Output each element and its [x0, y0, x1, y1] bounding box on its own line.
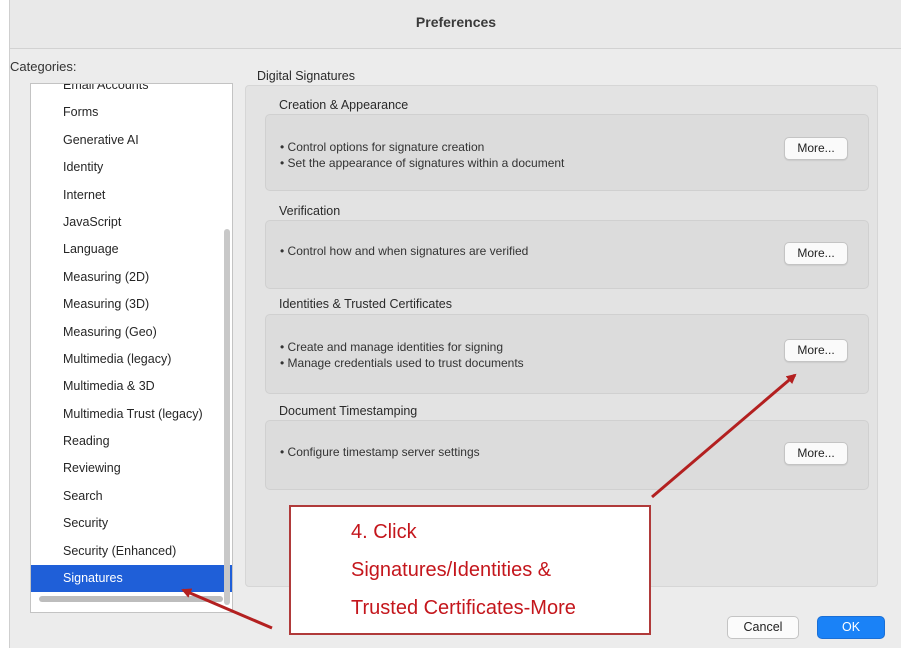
sidebar-item-multimedia-legacy[interactable]: Multimedia (legacy) [31, 346, 232, 373]
group-title-creation-appearance: Creation & Appearance [279, 98, 409, 112]
categories-items: Email Accounts Forms Generative AI Identity… [31, 84, 232, 593]
bullet-text: • Configure timestamp server settings [280, 445, 480, 459]
categories-list[interactable]: Email Accounts Forms Generative AI Identity… [30, 83, 233, 613]
sidebar-item-internet[interactable]: Internet [31, 182, 232, 209]
annotation-line-3: Trusted Certificates-More [351, 597, 576, 619]
group-title-document-timestamping: Document Timestamping [279, 404, 418, 418]
bullet-text: • Create and manage identities for signi… [280, 340, 504, 354]
group-title-verification: Verification [279, 204, 341, 218]
sidebar-item-identity[interactable]: Identity [31, 154, 232, 181]
sidebar-item-multimedia-3d[interactable]: Multimedia & 3D [31, 373, 232, 400]
more-button-creation-appearance[interactable]: More... [784, 137, 848, 160]
more-button-document-timestamping[interactable]: More... [784, 442, 848, 465]
bullet-text: • Set the appearance of signatures withi… [280, 156, 565, 170]
sidebar-item-measuring-geo[interactable]: Measuring (Geo) [31, 319, 232, 346]
ok-button[interactable]: OK [817, 616, 885, 639]
more-button-identities-certificates[interactable]: More... [784, 339, 848, 362]
sidebar-item-security[interactable]: Security [31, 510, 232, 537]
bullet-text: • Control how and when signatures are ve… [280, 244, 529, 258]
sidebar-item-measuring-2d[interactable]: Measuring (2D) [31, 264, 232, 291]
sidebar-item-security-enhanced[interactable]: Security (Enhanced) [31, 538, 232, 565]
sidebar-item-reviewing[interactable]: Reviewing [31, 455, 232, 482]
bullet-text: • Control options for signature creation [280, 140, 485, 154]
categories-label: Categories: [10, 59, 77, 74]
horizontal-scrollbar[interactable] [39, 596, 223, 602]
title-bar: Preferences [10, 0, 901, 49]
sidebar-item-email-accounts[interactable]: Email Accounts [31, 84, 232, 99]
bullet-text: • Manage credentials used to trust docum… [280, 356, 524, 370]
sidebar-item-signatures[interactable]: Signatures [31, 565, 232, 593]
cancel-button[interactable]: Cancel [727, 616, 799, 639]
group-verification: • Control how and when signatures are ve… [265, 220, 869, 289]
vertical-scrollbar[interactable] [224, 229, 230, 605]
group-title-identities-certificates: Identities & Trusted Certificates [279, 297, 452, 311]
sidebar-item-generative-ai[interactable]: Generative AI [31, 127, 232, 154]
sidebar-item-search[interactable]: Search [31, 483, 232, 510]
group-identities-certificates: • Create and manage identities for signi… [265, 314, 869, 394]
annotation-line-2: Signatures/Identities & [351, 559, 552, 581]
sidebar-item-reading[interactable]: Reading [31, 428, 232, 455]
annotation-line-1: 4. Click [351, 521, 417, 543]
sidebar-item-javascript[interactable]: JavaScript [31, 209, 232, 236]
sidebar-item-forms[interactable]: Forms [31, 99, 232, 126]
annotation-callout: 4. Click Signatures/Identities & Trusted… [289, 505, 651, 635]
section-title: Digital Signatures [257, 69, 355, 83]
group-document-timestamping: • Configure timestamp server settings Mo… [265, 420, 869, 490]
group-creation-appearance: • Control options for signature creation… [265, 114, 869, 191]
sidebar-item-multimedia-trust-legacy[interactable]: Multimedia Trust (legacy) [31, 401, 232, 428]
window-title: Preferences [415, 14, 497, 30]
more-button-verification[interactable]: More... [784, 242, 848, 265]
sidebar-item-language[interactable]: Language [31, 236, 232, 263]
sidebar-item-measuring-3d[interactable]: Measuring (3D) [31, 291, 232, 318]
